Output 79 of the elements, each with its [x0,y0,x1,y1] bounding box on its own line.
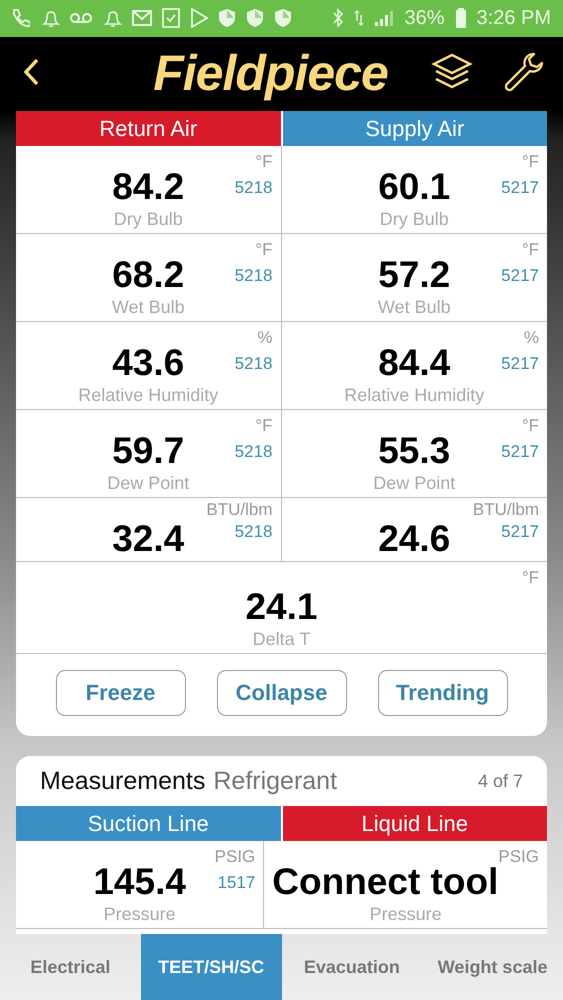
unit-label: °F [522,568,539,588]
reading-label: Wet Bulb [376,297,452,318]
unit-label: °F [522,152,539,172]
reading-label: Dry Bulb [112,209,184,230]
column-header: Return Air [16,111,280,146]
shield-icon [218,8,236,28]
tab[interactable]: Weight scale [422,934,563,1000]
mail-icon [132,10,152,26]
reading-value: 24.6 [378,520,450,558]
sensor-id: 5217 [501,354,539,374]
bell-icon [40,8,60,28]
section-subtitle: Refrigerant [213,766,338,796]
unit-label: % [257,328,272,348]
sensor-id: 5218 [234,178,272,198]
page-indicator: 4 of 7 [478,770,523,792]
unit-label: PSIG [214,847,256,868]
column-header: Suction Line [16,806,280,842]
reading-label: Wet Bulb [110,297,186,318]
sensor-id: 5218 [234,442,272,462]
reading-value: 84.4 [378,344,450,382]
reading-value: 43.6 [112,344,184,382]
action-button[interactable]: Freeze [56,670,186,716]
reading-value: 60.1 [378,168,450,206]
reading-value: 55.3 [378,432,450,470]
phone-icon [10,8,30,28]
data-transfer-icon [354,9,364,28]
shield-icon [246,8,264,28]
unit-label: PSIG [498,847,539,868]
voicemail-icon [70,11,92,26]
reading-label: Dry Bulb [378,209,450,230]
play-store-icon [190,8,208,28]
reading-label: Pressure [368,904,443,924]
reading-value: 145.4 [93,863,186,900]
clock-time: 3:26 PM [476,6,551,30]
unit-label: °F [255,152,272,172]
column-header: Supply Air [282,111,547,146]
checklist-icon [162,8,180,28]
reading-label: Relative Humidity [343,385,486,406]
sensor-id: 5218 [234,266,272,286]
reading-value: 24.1 [245,588,318,626]
sensor-id: 5218 [234,522,272,542]
reading-value: 57.2 [378,256,450,294]
sensor-id: 1517 [217,873,256,894]
unit-label: % [524,328,539,348]
unit-label: °F [255,416,272,436]
reading-value: 32.4 [112,520,184,558]
reading-label: Dew Point [372,473,456,494]
battery-icon [454,8,467,28]
unit-label: °F [255,240,272,260]
action-button[interactable]: Collapse [216,670,346,716]
brand-logo: Fieldpiece [152,44,389,102]
sensor-id: 5217 [501,178,539,198]
battery-percentage: 36% [404,6,445,30]
bluetooth-icon [332,8,344,28]
sensor-id: 5218 [234,354,272,374]
shield-icon [274,8,292,28]
column-header: Liquid Line [282,806,547,842]
sensor-id: 5217 [501,522,539,542]
reading-label: Relative Humidity [77,385,220,406]
reading-value: 59.7 [112,432,184,470]
reading-label: Dew Point [106,473,190,494]
reading-value: Connect tool [272,863,498,900]
reading-label: Delta T [252,629,312,650]
unit-label: °F [522,416,539,436]
unit-label: BTU/lbm [472,500,539,520]
reading-value: 68.2 [112,256,184,294]
tab[interactable]: Evacuation [282,934,422,1000]
tab[interactable]: TEET/SH/SC [140,934,282,1000]
unit-label: °F [522,240,539,260]
tab[interactable]: Electrical [0,934,141,1000]
signal-icon [374,9,394,28]
section-title: Measurements [40,766,206,796]
bell-icon [102,8,122,28]
unit-label: BTU/lbm [206,500,272,520]
reading-label: Pressure [102,904,177,924]
reading-value: 84.2 [112,168,184,206]
action-button[interactable]: Trending [378,670,508,716]
sensor-id: 5217 [501,266,539,286]
sensor-id: 5217 [501,442,539,462]
